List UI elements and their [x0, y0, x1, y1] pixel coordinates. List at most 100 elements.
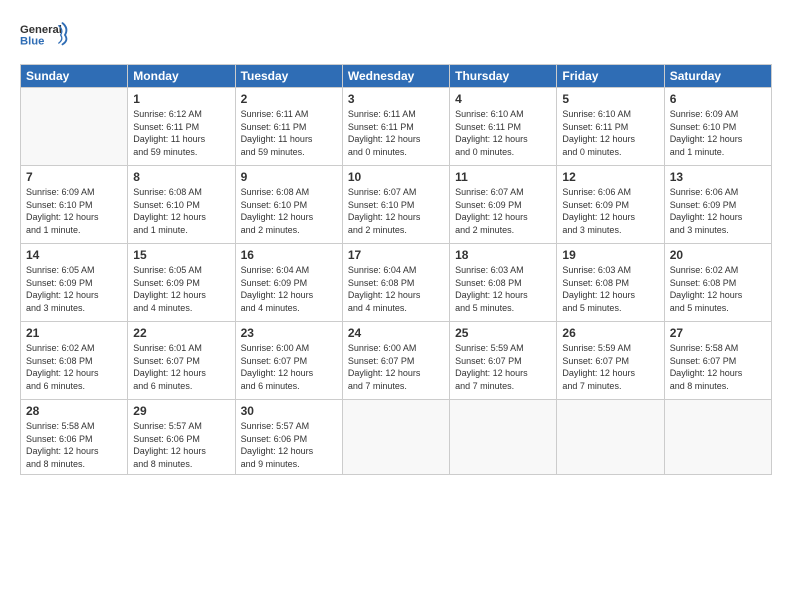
- calendar-week-row: 1 Sunrise: 6:12 AMSunset: 6:11 PMDaylight…: [21, 88, 772, 166]
- day-info: Sunrise: 6:02 AMSunset: 6:08 PMDaylight:…: [26, 342, 122, 392]
- day-number: 19: [562, 248, 658, 262]
- day-info: Sunrise: 5:57 AMSunset: 6:06 PMDaylight:…: [241, 420, 337, 470]
- day-number: 1: [133, 92, 229, 106]
- header: General Blue: [20, 16, 772, 54]
- calendar-day-cell: 20Sunrise: 6:02 AMSunset: 6:08 PMDayligh…: [664, 244, 771, 322]
- day-info: Sunrise: 6:06 AMSunset: 6:09 PMDaylight:…: [670, 186, 766, 236]
- day-number: 27: [670, 326, 766, 340]
- calendar-day-cell: 10 Sunrise: 6:07 AMSunset: 6:10 PMDayligh…: [342, 166, 449, 244]
- calendar-day-cell: 14 Sunrise: 6:05 AMSunset: 6:09 PMDayligh…: [21, 244, 128, 322]
- day-number: 23: [241, 326, 337, 340]
- day-info: Sunrise: 6:11 AMSunset: 6:11 PMDaylight:…: [241, 108, 337, 158]
- calendar-day-cell: 8Sunrise: 6:08 AMSunset: 6:10 PMDaylight…: [128, 166, 235, 244]
- day-number: 16: [241, 248, 337, 262]
- day-number: 5: [562, 92, 658, 106]
- day-number: 7: [26, 170, 122, 184]
- weekday-header: Friday: [557, 65, 664, 88]
- day-info: Sunrise: 5:58 AMSunset: 6:06 PMDaylight:…: [26, 420, 122, 470]
- day-info: Sunrise: 5:58 AMSunset: 6:07 PMDaylight:…: [670, 342, 766, 392]
- calendar-day-cell: 29Sunrise: 5:57 AMSunset: 6:06 PMDayligh…: [128, 400, 235, 475]
- page: General Blue SundayMondayTuesdayWednesda…: [0, 0, 792, 612]
- day-number: 9: [241, 170, 337, 184]
- day-info: Sunrise: 6:00 AMSunset: 6:07 PMDaylight:…: [348, 342, 444, 392]
- day-info: Sunrise: 6:09 AMSunset: 6:10 PMDaylight:…: [670, 108, 766, 158]
- day-info: Sunrise: 6:05 AMSunset: 6:09 PMDaylight:…: [133, 264, 229, 314]
- day-number: 28: [26, 404, 122, 418]
- calendar-day-cell: [557, 400, 664, 475]
- calendar-day-cell: 27 Sunrise: 5:58 AMSunset: 6:07 PMDayligh…: [664, 322, 771, 400]
- calendar-day-cell: 4 Sunrise: 6:10 AMSunset: 6:11 PMDaylight…: [450, 88, 557, 166]
- day-number: 21: [26, 326, 122, 340]
- day-number: 13: [670, 170, 766, 184]
- calendar-day-cell: 1 Sunrise: 6:12 AMSunset: 6:11 PMDaylight…: [128, 88, 235, 166]
- svg-text:General: General: [20, 24, 62, 36]
- day-info: Sunrise: 6:07 AMSunset: 6:10 PMDaylight:…: [348, 186, 444, 236]
- calendar-day-cell: 26Sunrise: 5:59 AMSunset: 6:07 PMDayligh…: [557, 322, 664, 400]
- day-info: Sunrise: 6:09 AMSunset: 6:10 PMDaylight:…: [26, 186, 122, 236]
- day-number: 8: [133, 170, 229, 184]
- calendar-day-cell: 22Sunrise: 6:01 AMSunset: 6:07 PMDayligh…: [128, 322, 235, 400]
- day-number: 22: [133, 326, 229, 340]
- calendar-day-cell: [664, 400, 771, 475]
- day-info: Sunrise: 6:04 AMSunset: 6:09 PMDaylight:…: [241, 264, 337, 314]
- weekday-header: Tuesday: [235, 65, 342, 88]
- day-info: Sunrise: 6:06 AMSunset: 6:09 PMDaylight:…: [562, 186, 658, 236]
- calendar-day-cell: 6 Sunrise: 6:09 AMSunset: 6:10 PMDaylight…: [664, 88, 771, 166]
- calendar-day-cell: 18 Sunrise: 6:03 AMSunset: 6:08 PMDayligh…: [450, 244, 557, 322]
- calendar-day-cell: 25Sunrise: 5:59 AMSunset: 6:07 PMDayligh…: [450, 322, 557, 400]
- weekday-header: Sunday: [21, 65, 128, 88]
- day-info: Sunrise: 6:00 AMSunset: 6:07 PMDaylight:…: [241, 342, 337, 392]
- calendar-week-row: 7 Sunrise: 6:09 AMSunset: 6:10 PMDaylight…: [21, 166, 772, 244]
- calendar-day-cell: 9 Sunrise: 6:08 AMSunset: 6:10 PMDaylight…: [235, 166, 342, 244]
- day-number: 6: [670, 92, 766, 106]
- calendar-day-cell: [450, 400, 557, 475]
- calendar-day-cell: 24 Sunrise: 6:00 AMSunset: 6:07 PMDayligh…: [342, 322, 449, 400]
- calendar-day-cell: 17 Sunrise: 6:04 AMSunset: 6:08 PMDayligh…: [342, 244, 449, 322]
- calendar-day-cell: [21, 88, 128, 166]
- day-number: 3: [348, 92, 444, 106]
- calendar-day-cell: 21 Sunrise: 6:02 AMSunset: 6:08 PMDayligh…: [21, 322, 128, 400]
- weekday-header: Saturday: [664, 65, 771, 88]
- day-info: Sunrise: 6:12 AMSunset: 6:11 PMDaylight:…: [133, 108, 229, 158]
- day-info: Sunrise: 6:10 AMSunset: 6:11 PMDaylight:…: [455, 108, 551, 158]
- weekday-header: Thursday: [450, 65, 557, 88]
- day-number: 15: [133, 248, 229, 262]
- calendar-day-cell: 30 Sunrise: 5:57 AMSunset: 6:06 PMDayligh…: [235, 400, 342, 475]
- day-number: 17: [348, 248, 444, 262]
- day-number: 20: [670, 248, 766, 262]
- weekday-header-row: SundayMondayTuesdayWednesdayThursdayFrid…: [21, 65, 772, 88]
- calendar-table: SundayMondayTuesdayWednesdayThursdayFrid…: [20, 64, 772, 475]
- day-info: Sunrise: 6:10 AMSunset: 6:11 PMDaylight:…: [562, 108, 658, 158]
- calendar-day-cell: 12Sunrise: 6:06 AMSunset: 6:09 PMDayligh…: [557, 166, 664, 244]
- calendar-day-cell: 15 Sunrise: 6:05 AMSunset: 6:09 PMDayligh…: [128, 244, 235, 322]
- day-info: Sunrise: 6:04 AMSunset: 6:08 PMDaylight:…: [348, 264, 444, 314]
- day-info: Sunrise: 6:03 AMSunset: 6:08 PMDaylight:…: [455, 264, 551, 314]
- day-info: Sunrise: 6:08 AMSunset: 6:10 PMDaylight:…: [241, 186, 337, 236]
- day-number: 26: [562, 326, 658, 340]
- day-info: Sunrise: 5:57 AMSunset: 6:06 PMDaylight:…: [133, 420, 229, 470]
- day-info: Sunrise: 6:03 AMSunset: 6:08 PMDaylight:…: [562, 264, 658, 314]
- day-number: 4: [455, 92, 551, 106]
- calendar-day-cell: 3 Sunrise: 6:11 AMSunset: 6:11 PMDaylight…: [342, 88, 449, 166]
- day-number: 10: [348, 170, 444, 184]
- day-number: 2: [241, 92, 337, 106]
- day-number: 14: [26, 248, 122, 262]
- svg-text:Blue: Blue: [20, 35, 44, 47]
- calendar-day-cell: 11Sunrise: 6:07 AMSunset: 6:09 PMDayligh…: [450, 166, 557, 244]
- weekday-header: Monday: [128, 65, 235, 88]
- calendar-day-cell: 13 Sunrise: 6:06 AMSunset: 6:09 PMDayligh…: [664, 166, 771, 244]
- weekday-header: Wednesday: [342, 65, 449, 88]
- calendar-day-cell: 28 Sunrise: 5:58 AMSunset: 6:06 PMDayligh…: [21, 400, 128, 475]
- day-number: 18: [455, 248, 551, 262]
- calendar-week-row: 14 Sunrise: 6:05 AMSunset: 6:09 PMDayligh…: [21, 244, 772, 322]
- day-info: Sunrise: 6:05 AMSunset: 6:09 PMDaylight:…: [26, 264, 122, 314]
- day-number: 11: [455, 170, 551, 184]
- calendar-week-row: 28 Sunrise: 5:58 AMSunset: 6:06 PMDayligh…: [21, 400, 772, 475]
- day-number: 30: [241, 404, 337, 418]
- day-info: Sunrise: 6:11 AMSunset: 6:11 PMDaylight:…: [348, 108, 444, 158]
- calendar-week-row: 21 Sunrise: 6:02 AMSunset: 6:08 PMDayligh…: [21, 322, 772, 400]
- logo-svg: General Blue: [20, 16, 70, 54]
- day-number: 24: [348, 326, 444, 340]
- calendar-day-cell: 19 Sunrise: 6:03 AMSunset: 6:08 PMDayligh…: [557, 244, 664, 322]
- calendar-day-cell: 23 Sunrise: 6:00 AMSunset: 6:07 PMDayligh…: [235, 322, 342, 400]
